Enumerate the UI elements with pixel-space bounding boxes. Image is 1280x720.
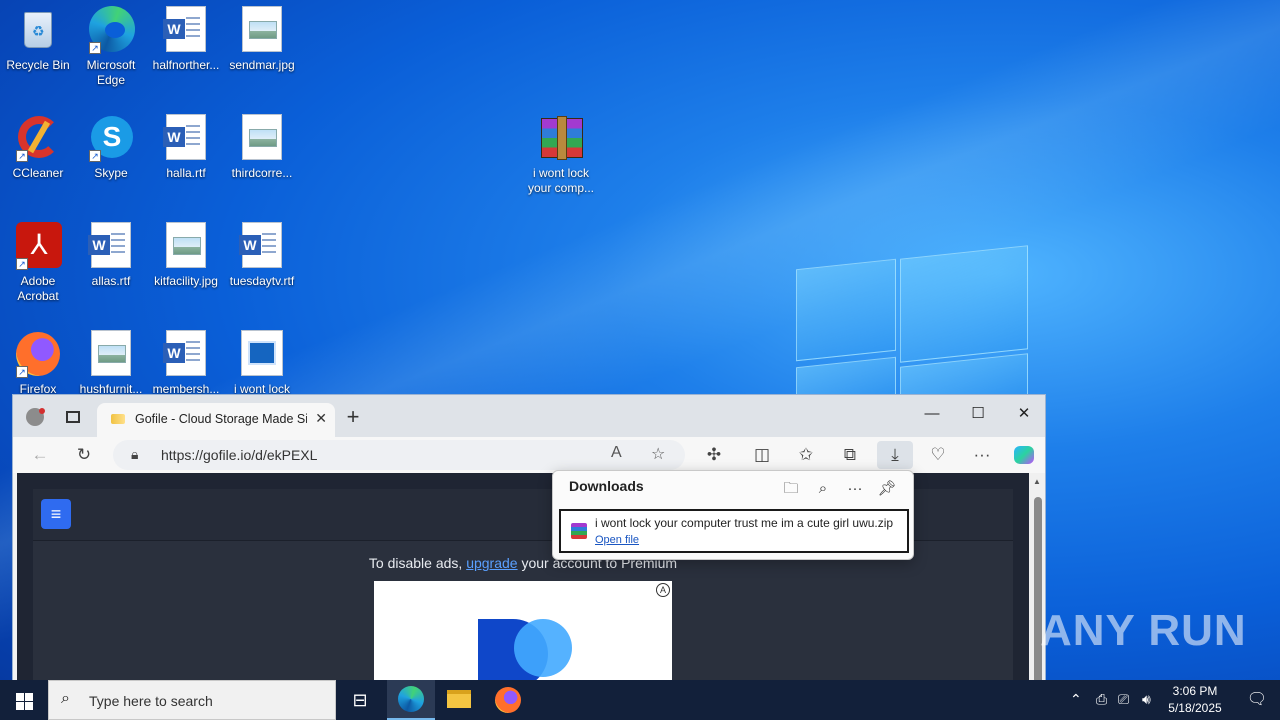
task-view-icon[interactable]: ⊟ xyxy=(336,680,384,720)
desktop-icon-skype[interactable]: S ↗ Skype xyxy=(73,114,149,181)
firefox-icon: ↗ xyxy=(14,330,62,378)
downloads-title: Downloads xyxy=(569,478,644,494)
refresh-icon[interactable]: ↻ xyxy=(69,441,99,469)
extensions-icon[interactable]: ✣ xyxy=(699,441,729,469)
gofile-favicon xyxy=(111,414,125,424)
desktop-icon-thirdcorre[interactable]: thirdcorre... xyxy=(224,114,300,181)
word-document-icon: W xyxy=(162,6,210,54)
tab-actions-icon[interactable] xyxy=(59,403,87,431)
maximize-icon[interactable]: ☐ xyxy=(955,399,1001,429)
desktop-icon-sendmar[interactable]: sendmar.jpg xyxy=(224,6,300,73)
desktop-icon-membersh[interactable]: W membersh... xyxy=(148,330,224,397)
desktop-icon-i-wont-lock[interactable]: i wont lock xyxy=(224,330,300,397)
network-icon[interactable]: ⎚ xyxy=(1118,691,1129,708)
image-file-icon xyxy=(162,222,210,270)
word-document-icon: W xyxy=(87,222,135,270)
desktop-icon-hushfurnit[interactable]: hushfurnit... xyxy=(73,330,149,397)
close-tab-icon[interactable]: ✕ xyxy=(315,410,327,427)
desktop-icon-microsoft-edge[interactable]: ↗ Microsoft Edge xyxy=(73,6,149,88)
desktop-icon-ccleaner[interactable]: ↗ CCleaner xyxy=(0,114,76,181)
anyrun-watermark: ANY RUN xyxy=(1040,606,1247,655)
adobe-acrobat-icon: ⅄ ↗ xyxy=(14,222,62,270)
windows-wallpaper-logo xyxy=(796,242,1028,418)
downloads-icon[interactable]: ⤓ xyxy=(877,441,913,469)
volume-icon[interactable]: 🔊︎ xyxy=(1142,691,1151,708)
desktop-icon-halfnorther[interactable]: W halfnorther... xyxy=(148,6,224,73)
new-tab-icon[interactable]: + xyxy=(339,403,367,431)
desktop-icon-i-wont-lock-zip[interactable]: i wont lock your comp... xyxy=(523,114,599,196)
desktop-icon-allas[interactable]: W allas.rtf xyxy=(73,222,149,289)
advertisement-banner[interactable]: A xyxy=(374,581,672,693)
winrar-archive-icon xyxy=(537,114,585,162)
browser-toolbar: ← ↻ 🔒︎ https://gofile.io/d/ekPEXL A ☆ ✣ … xyxy=(13,437,1045,473)
desktop-icon-halla[interactable]: W halla.rtf xyxy=(148,114,224,181)
minimize-icon[interactable]: — xyxy=(909,399,955,429)
desktop-icon-recycle-bin[interactable]: ♻ Recycle Bin xyxy=(0,6,76,73)
image-file-icon xyxy=(87,330,135,378)
open-folder-icon[interactable]: 🗀 xyxy=(779,477,803,501)
file-explorer-icon[interactable] xyxy=(435,680,483,720)
image-file-icon xyxy=(238,6,286,54)
search-downloads-icon[interactable]: ⌕ xyxy=(811,477,835,501)
open-file-link[interactable]: Open file xyxy=(595,534,639,546)
desktop-icon-kitfacility[interactable]: kitfacility.jpg xyxy=(148,222,224,289)
word-document-icon: W xyxy=(238,222,286,270)
taskbar-clock[interactable]: 3:06 PM 5/18/2025 xyxy=(1160,683,1230,717)
settings-more-icon[interactable]: ··· xyxy=(967,441,997,469)
desktop-icon-firefox[interactable]: ↗ Firefox xyxy=(0,330,76,397)
scrollbar-thumb[interactable] xyxy=(1034,497,1042,693)
downloads-flyout: Downloads 🗀 ⌕ ··· 📌︎ i wont lock your co… xyxy=(552,470,914,560)
scroll-up-icon[interactable]: ▲ xyxy=(1033,477,1041,486)
show-hidden-icons-chevron-icon[interactable]: ⌃ xyxy=(1070,691,1082,708)
notification-center-icon[interactable]: 🗨︎ xyxy=(1234,680,1280,720)
copilot-icon[interactable] xyxy=(1009,441,1039,469)
recycle-bin-icon: ♻ xyxy=(14,6,62,54)
word-document-icon: W xyxy=(162,114,210,162)
ad-close-icon[interactable]: A xyxy=(656,583,670,597)
split-screen-icon[interactable]: ◫ xyxy=(747,441,777,469)
zip-file-icon xyxy=(571,523,587,539)
close-window-icon[interactable]: ✕ xyxy=(1001,399,1045,429)
document-file-icon xyxy=(238,330,286,378)
read-aloud-icon[interactable]: A xyxy=(611,444,622,462)
favorite-star-icon[interactable]: ☆ xyxy=(651,444,665,464)
more-options-icon[interactable]: ··· xyxy=(843,477,867,501)
collections-icon[interactable]: ⧉ xyxy=(835,441,865,469)
back-icon[interactable]: ← xyxy=(25,441,55,469)
taskbar-firefox-icon[interactable] xyxy=(484,680,532,720)
browser-essentials-icon[interactable]: ♡ xyxy=(923,441,953,469)
tray-app-icon[interactable]: ⎙ xyxy=(1096,691,1107,708)
browser-titlebar: Gofile - Cloud Storage Made Sim ✕ + — ☐ … xyxy=(13,395,1045,437)
browser-tab-gofile[interactable]: Gofile - Cloud Storage Made Sim ✕ xyxy=(97,403,335,437)
desktop-icon-adobe-acrobat[interactable]: ⅄ ↗ Adobe Acrobat xyxy=(0,222,76,304)
upgrade-link[interactable]: upgrade xyxy=(466,555,517,571)
address-bar[interactable]: 🔒︎ https://gofile.io/d/ekPEXL A ☆ xyxy=(113,440,685,470)
taskbar-edge-icon[interactable] xyxy=(387,680,435,720)
pin-icon[interactable]: 📌︎ xyxy=(875,477,899,501)
favorites-icon[interactable]: ✩ xyxy=(791,441,821,469)
edge-icon: ↗ xyxy=(87,6,135,54)
lock-icon: 🔒︎ xyxy=(131,446,139,462)
ccleaner-icon: ↗ xyxy=(14,114,62,162)
start-button[interactable] xyxy=(0,680,48,720)
profile-icon[interactable] xyxy=(21,403,49,431)
hamburger-menu-icon[interactable]: ≡ xyxy=(41,499,71,529)
taskbar-search-box[interactable]: ⌕ Type here to search xyxy=(48,680,336,720)
page-scrollbar[interactable]: ▲ xyxy=(1029,473,1045,693)
desktop-icon-tuesdaytv[interactable]: W tuesdaytv.rtf xyxy=(224,222,300,289)
image-file-icon xyxy=(238,114,286,162)
search-icon: ⌕ xyxy=(61,690,70,707)
download-item[interactable]: i wont lock your computer trust me im a … xyxy=(559,509,909,553)
word-document-icon: W xyxy=(162,330,210,378)
skype-icon: S ↗ xyxy=(87,114,135,162)
taskbar: ⌕ Type here to search ⊟ ⌃ ⎙ ⎚ 🔊︎ 3:06 PM… xyxy=(0,680,1280,720)
